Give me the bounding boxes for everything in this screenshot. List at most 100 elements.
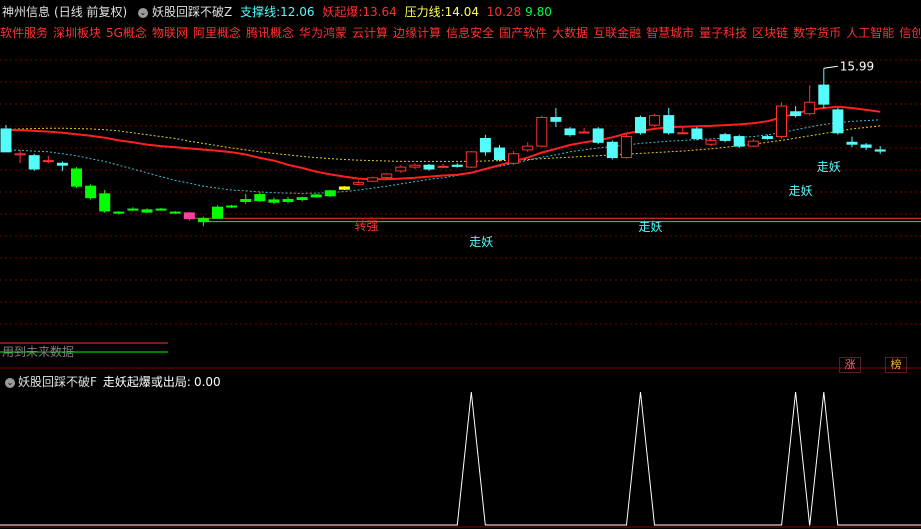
candle-body[interactable] [465, 151, 477, 168]
candle-body[interactable] [395, 166, 407, 172]
high-price-label: 15.99 [840, 59, 874, 73]
signal-panel [0, 391, 921, 526]
support-label: 支撑线: [240, 5, 281, 19]
candle-body[interactable] [846, 141, 858, 145]
indicator-name[interactable]: 妖股回踩不破Z [152, 5, 232, 19]
candle-body[interactable] [790, 111, 802, 117]
zou-yao-label: 走妖 [817, 160, 841, 174]
candle-body[interactable] [804, 101, 816, 115]
concept-tag[interactable]: 智慧城市 [646, 26, 694, 40]
candle-body[interactable] [338, 186, 350, 190]
candle-body[interactable] [367, 177, 379, 182]
bang-badge[interactable]: 榜 [885, 357, 907, 373]
candle-body[interactable] [536, 117, 548, 147]
candle-body[interactable] [409, 164, 421, 168]
candle-body[interactable] [451, 164, 463, 167]
candle-body[interactable] [620, 136, 632, 159]
candle-body[interactable] [479, 137, 491, 153]
candle-body[interactable] [353, 181, 364, 185]
concept-tag[interactable]: 云计算 [352, 26, 388, 40]
concept-tag[interactable]: 阿里概念 [193, 26, 241, 40]
zhang-badge[interactable]: 涨 [839, 357, 861, 373]
candle-body[interactable] [254, 194, 266, 202]
candle-body[interactable] [28, 155, 40, 170]
demon-value: 13.64 [362, 5, 397, 19]
concept-tag[interactable]: 国产软件 [499, 26, 547, 40]
candle-body[interactable] [578, 131, 590, 134]
concept-tag[interactable]: 人工智能 [846, 26, 894, 40]
sub-indicator-toggle-icon[interactable]: ⌄ [5, 377, 15, 388]
candle-body[interactable] [226, 205, 238, 208]
candle-body[interactable] [564, 128, 576, 136]
candle-body[interactable] [494, 147, 505, 160]
candle-body[interactable] [705, 139, 717, 145]
concept-tag[interactable]: 区块链 [752, 26, 788, 40]
candle-body[interactable] [649, 115, 661, 126]
candle-body[interactable] [733, 136, 745, 147]
concept-tag[interactable]: 信息安全 [446, 26, 494, 40]
candle-body[interactable] [296, 197, 308, 201]
candle-body[interactable] [437, 165, 449, 168]
candle-body[interactable] [381, 173, 393, 178]
chart-canvas: 走妖走妖走妖走妖转强用到未来数据15.99 [0, 59, 921, 528]
candle-body[interactable] [71, 168, 82, 187]
candle-body[interactable] [423, 164, 435, 170]
candle-body[interactable] [719, 134, 731, 141]
candle-body[interactable] [776, 105, 787, 138]
concept-tag[interactable]: 量子科技 [699, 26, 747, 40]
candle-body[interactable] [99, 193, 111, 212]
concept-tag[interactable]: 物联网 [152, 26, 188, 40]
candle-body[interactable] [818, 84, 830, 105]
candle-body[interactable] [212, 206, 223, 219]
concept-tag[interactable]: 5G概念 [106, 26, 147, 40]
candle-body[interactable] [663, 115, 675, 134]
candle-body[interactable] [14, 153, 26, 156]
candle-body[interactable] [550, 117, 562, 122]
concept-tag[interactable]: 华为鸿蒙 [299, 26, 347, 40]
candle-body[interactable] [860, 144, 872, 148]
candle-body[interactable] [310, 194, 322, 198]
candle-body[interactable] [747, 140, 759, 147]
candle-body[interactable] [240, 199, 252, 202]
candle-body[interactable] [183, 212, 195, 220]
candle-body[interactable] [874, 149, 886, 152]
indicator-toggle-icon[interactable]: ⌄ [138, 7, 149, 18]
concept-tag[interactable]: 数字货币 [793, 26, 841, 40]
candles[interactable] [0, 68, 886, 227]
concept-tag[interactable]: 边缘计算 [393, 26, 441, 40]
concept-tag[interactable]: 信创 [899, 26, 921, 40]
candle-body[interactable] [606, 141, 618, 159]
candle-body[interactable] [677, 132, 689, 135]
candle-body[interactable] [141, 209, 153, 213]
concept-tag[interactable]: 互联金融 [593, 26, 641, 40]
candle-body[interactable] [761, 136, 773, 139]
main-header: 神州信息 (日线 前复权) ⌄ 妖股回踩不破Z 支撑线:12.06 妖起爆:13.6… [2, 3, 556, 20]
period-label[interactable]: (日线 前复权) [54, 5, 127, 19]
candle-body[interactable] [691, 128, 703, 139]
support-value: 12.06 [280, 5, 315, 19]
candle-body[interactable] [197, 218, 209, 223]
concept-tag[interactable]: 软件服务 [0, 26, 48, 40]
concept-tag[interactable]: 大数据 [552, 26, 588, 40]
candle-body[interactable] [832, 109, 844, 134]
candle-body[interactable] [282, 199, 294, 202]
candle-body[interactable] [592, 128, 604, 143]
value-2: 9.80 [525, 5, 552, 19]
candle-body[interactable] [508, 153, 520, 164]
candle-body[interactable] [127, 208, 139, 211]
concept-tag[interactable]: 腾讯概念 [246, 26, 294, 40]
candle-body[interactable] [42, 160, 54, 163]
candle-body[interactable] [155, 208, 167, 211]
candle-body[interactable] [56, 162, 68, 166]
candle-body[interactable] [522, 145, 534, 151]
stock-name[interactable]: 神州信息 [2, 5, 50, 19]
concept-tag[interactable]: 深圳板块 [53, 26, 101, 40]
candle-body[interactable] [169, 211, 181, 214]
sub-indicator-name[interactable]: 妖股回踩不破F [18, 375, 97, 389]
candle-body[interactable] [324, 190, 336, 197]
candle-body[interactable] [113, 211, 125, 214]
candle-body[interactable] [85, 185, 97, 199]
candle-body[interactable] [268, 199, 280, 203]
candle-body[interactable] [635, 117, 646, 134]
candle-body[interactable] [0, 128, 12, 153]
